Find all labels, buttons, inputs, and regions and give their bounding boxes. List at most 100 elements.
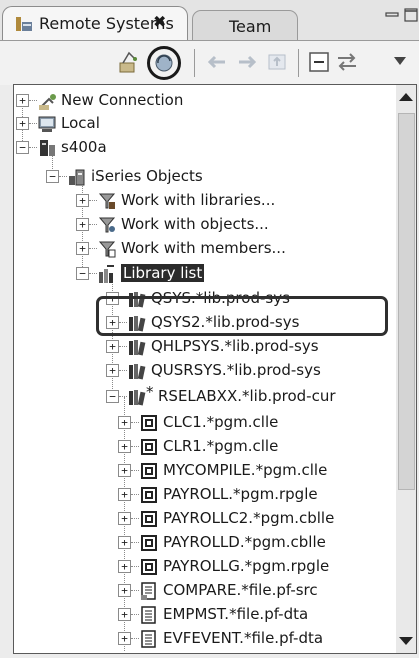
tree-item[interactable]: − s400a bbox=[14, 136, 397, 160]
tree-item-label: QHLPSYS.*lib.prod-sys bbox=[151, 337, 319, 355]
expand-icon[interactable]: + bbox=[118, 512, 131, 525]
tree-item-label: s400a bbox=[61, 138, 107, 156]
remote-systems-icon bbox=[16, 17, 32, 31]
program-icon bbox=[141, 535, 157, 551]
expand-icon[interactable]: + bbox=[118, 416, 131, 429]
vertical-scrollbar[interactable] bbox=[396, 84, 417, 654]
expand-icon[interactable]: + bbox=[118, 440, 131, 453]
tree-item-label: QUSRSYS.*lib.prod-sys bbox=[151, 361, 321, 379]
tree-item[interactable]: + PAYROLLD.*pgm.cblle bbox=[14, 531, 397, 555]
tree-item[interactable]: + CLR1.*pgm.clle bbox=[14, 435, 397, 459]
library-icon bbox=[129, 340, 146, 356]
refresh-icon[interactable] bbox=[146, 45, 182, 81]
program-icon bbox=[141, 415, 157, 431]
program-icon bbox=[141, 463, 157, 479]
data-file-icon bbox=[141, 630, 156, 648]
collapse-icon[interactable]: − bbox=[16, 141, 29, 154]
scrollbar-thumb[interactable] bbox=[398, 113, 415, 490]
expand-icon[interactable]: + bbox=[118, 584, 131, 597]
define-connection-icon[interactable] bbox=[115, 49, 141, 75]
tree-item[interactable]: + QUSRSYS.*lib.prod-sys bbox=[14, 359, 397, 383]
scroll-up-arrow-icon[interactable] bbox=[399, 93, 413, 101]
minimize-icon[interactable] bbox=[385, 8, 399, 22]
current-library-highlight bbox=[96, 296, 388, 336]
maximize-icon[interactable] bbox=[404, 8, 418, 22]
tab-team[interactable]: Team bbox=[192, 10, 298, 41]
source-file-icon bbox=[141, 582, 156, 600]
collapse-all-icon[interactable] bbox=[306, 49, 332, 75]
tree-item-label: Work with libraries... bbox=[121, 191, 276, 209]
collapse-icon[interactable]: − bbox=[106, 390, 119, 403]
scroll-down-arrow-icon[interactable] bbox=[399, 637, 413, 645]
tree-item[interactable]: + MYCOMPILE.*pgm.clle bbox=[14, 459, 397, 483]
expand-icon[interactable]: + bbox=[76, 194, 89, 207]
tree-item-label: CLC1.*pgm.clle bbox=[163, 413, 279, 431]
forward-arrow-icon[interactable] bbox=[234, 49, 260, 75]
new-connection-icon bbox=[39, 94, 56, 110]
iseries-system-icon bbox=[40, 140, 55, 156]
close-icon[interactable]: ✖ bbox=[153, 12, 166, 31]
tree-item[interactable]: + QHLPSYS.*lib.prod-sys bbox=[14, 335, 397, 359]
library-list-icon bbox=[99, 265, 114, 283]
tree-item[interactable]: + PAYROLLC2.*pgm.cblle bbox=[14, 507, 397, 531]
tree-item[interactable]: + CLC1.*pgm.clle bbox=[14, 411, 397, 435]
collapse-icon[interactable]: − bbox=[76, 267, 89, 280]
tree-item[interactable]: + EVFEVENT.*file.pf-dta bbox=[14, 627, 397, 651]
tree-item-label: iSeries Objects bbox=[91, 167, 203, 185]
tree-item[interactable]: + COMPARE.*file.pf-src bbox=[14, 579, 397, 603]
tree-item-label: EVFEVENT.*file.pf-dta bbox=[163, 629, 324, 647]
tree-item[interactable]: + PAYROLL.*pgm.rpgle bbox=[14, 483, 397, 507]
view-menu-icon[interactable] bbox=[392, 55, 408, 67]
current-library-marker: * bbox=[146, 383, 154, 401]
view-toolbar bbox=[0, 40, 419, 85]
tree-item-label: PAYROLLD.*pgm.cblle bbox=[163, 533, 326, 551]
tree-item[interactable]: − iSeries Objects bbox=[14, 165, 397, 189]
tree-item-label: COMPARE.*file.pf-src bbox=[163, 581, 318, 599]
tree-item-label: Library list bbox=[121, 264, 205, 282]
tree-item[interactable]: + EMPMST.*file.pf-dta bbox=[14, 603, 397, 627]
current-library-icon bbox=[129, 390, 146, 406]
remote-systems-tree[interactable]: + New Connection + Local − s400a − iSeries Obje… bbox=[13, 84, 398, 654]
member-filter-icon bbox=[98, 241, 116, 258]
program-icon bbox=[141, 511, 157, 527]
tree-item[interactable]: + Work with objects... bbox=[14, 213, 397, 237]
tree-item-label: New Connection bbox=[61, 91, 184, 109]
expand-icon[interactable]: + bbox=[16, 94, 29, 107]
expand-icon[interactable]: + bbox=[106, 340, 119, 353]
library-filter-icon bbox=[98, 193, 116, 209]
data-file-icon bbox=[141, 606, 156, 624]
expand-icon[interactable]: + bbox=[76, 218, 89, 231]
expand-icon[interactable]: + bbox=[118, 632, 131, 645]
tree-item-label: Work with objects... bbox=[121, 215, 269, 233]
tree-item-label: MYCOMPILE.*pgm.clle bbox=[163, 461, 328, 479]
tree-item[interactable]: − Library list bbox=[14, 262, 397, 286]
program-icon bbox=[141, 559, 157, 575]
expand-icon[interactable]: + bbox=[118, 464, 131, 477]
remote-systems-view: Remote Systems ✖ Team + New Connection +… bbox=[0, 0, 419, 658]
expand-icon[interactable]: + bbox=[106, 364, 119, 377]
tab-remote-systems[interactable]: Remote Systems ✖ bbox=[2, 6, 188, 41]
back-arrow-icon[interactable] bbox=[204, 49, 230, 75]
tree-item-label: RSELABXX.*lib.prod-cur bbox=[158, 387, 336, 405]
expand-icon[interactable]: + bbox=[118, 608, 131, 621]
tree-item[interactable]: − * RSELABXX.*lib.prod-cur bbox=[14, 383, 397, 409]
program-icon bbox=[141, 439, 157, 455]
expand-icon[interactable]: + bbox=[118, 488, 131, 501]
collapse-icon[interactable]: − bbox=[46, 170, 59, 183]
expand-icon[interactable]: + bbox=[76, 242, 89, 255]
tree-item[interactable]: + Local bbox=[14, 112, 397, 136]
expand-icon[interactable]: + bbox=[16, 117, 29, 130]
tree-item-label: Work with members... bbox=[121, 239, 286, 257]
tree-item[interactable]: + New Connection bbox=[14, 89, 397, 113]
tree-item[interactable]: + Work with members... bbox=[14, 237, 397, 261]
tree-item-label: PAYROLLG.*pgm.rpgle bbox=[163, 557, 330, 575]
expand-icon[interactable]: + bbox=[118, 560, 131, 573]
link-with-editor-icon[interactable] bbox=[334, 49, 360, 75]
view-tab-bar: Remote Systems ✖ Team bbox=[0, 0, 419, 41]
go-up-icon[interactable] bbox=[264, 49, 290, 75]
tree-item[interactable]: + Work with libraries... bbox=[14, 189, 397, 213]
local-host-icon bbox=[38, 116, 56, 132]
tree-item[interactable]: + PAYROLLG.*pgm.rpgle bbox=[14, 555, 397, 579]
iseries-objects-icon bbox=[69, 169, 85, 186]
expand-icon[interactable]: + bbox=[118, 536, 131, 549]
